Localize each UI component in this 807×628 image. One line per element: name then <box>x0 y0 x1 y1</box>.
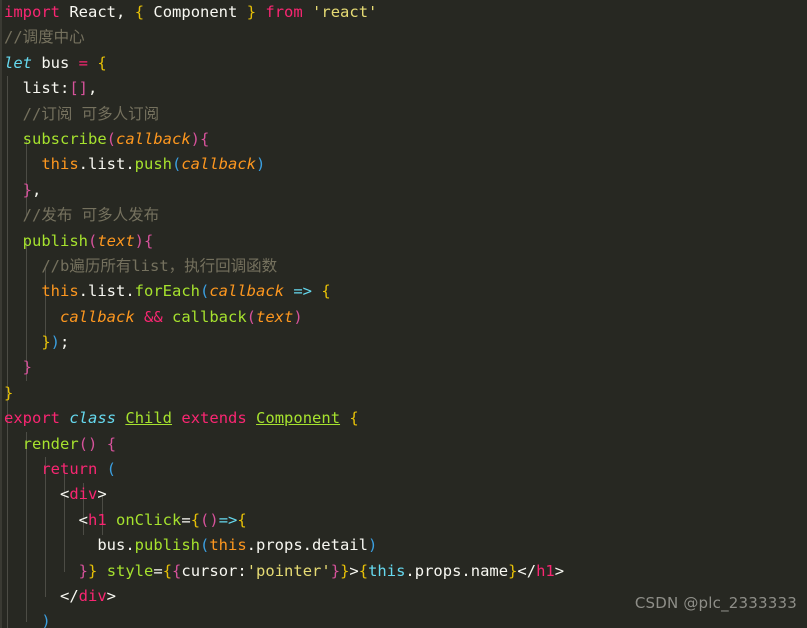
code-line[interactable]: }} style={{cursor:'pointer'}}>{this.prop… <box>0 559 807 584</box>
code-line[interactable]: import React, { Component } from 'react' <box>0 0 807 25</box>
code-line[interactable]: } <box>0 381 807 406</box>
code-line[interactable]: <h1 onClick={()=>{ <box>0 508 807 533</box>
code-line[interactable]: }); <box>0 330 807 355</box>
code-content[interactable]: import React, { Component } from 'react'… <box>0 0 807 628</box>
code-line[interactable]: list:[], <box>0 76 807 101</box>
code-line[interactable]: } <box>0 355 807 380</box>
code-line[interactable]: export class Child extends Component { <box>0 406 807 431</box>
code-line[interactable]: <div> <box>0 482 807 507</box>
code-line[interactable]: this.list.forEach(callback => { <box>0 279 807 304</box>
code-line[interactable]: bus.publish(this.props.detail) <box>0 533 807 558</box>
code-line[interactable]: //调度中心 <box>0 25 807 50</box>
code-line[interactable]: this.list.push(callback) <box>0 152 807 177</box>
code-line[interactable]: publish(text){ <box>0 229 807 254</box>
code-line[interactable]: //发布 可多人发布 <box>0 203 807 228</box>
code-line[interactable]: }, <box>0 178 807 203</box>
code-line[interactable]: //订阅 可多人订阅 <box>0 102 807 127</box>
code-line[interactable]: render() { <box>0 432 807 457</box>
code-editor[interactable]: import React, { Component } from 'react'… <box>0 0 807 628</box>
code-line[interactable]: subscribe(callback){ <box>0 127 807 152</box>
code-line[interactable]: //b遍历所有list，执行回调函数 <box>0 254 807 279</box>
code-line[interactable]: callback && callback(text) <box>0 305 807 330</box>
csdn-watermark: CSDN @plc_2333333 <box>634 593 797 612</box>
code-line[interactable]: let bus = { <box>0 51 807 76</box>
code-line[interactable]: return ( <box>0 457 807 482</box>
